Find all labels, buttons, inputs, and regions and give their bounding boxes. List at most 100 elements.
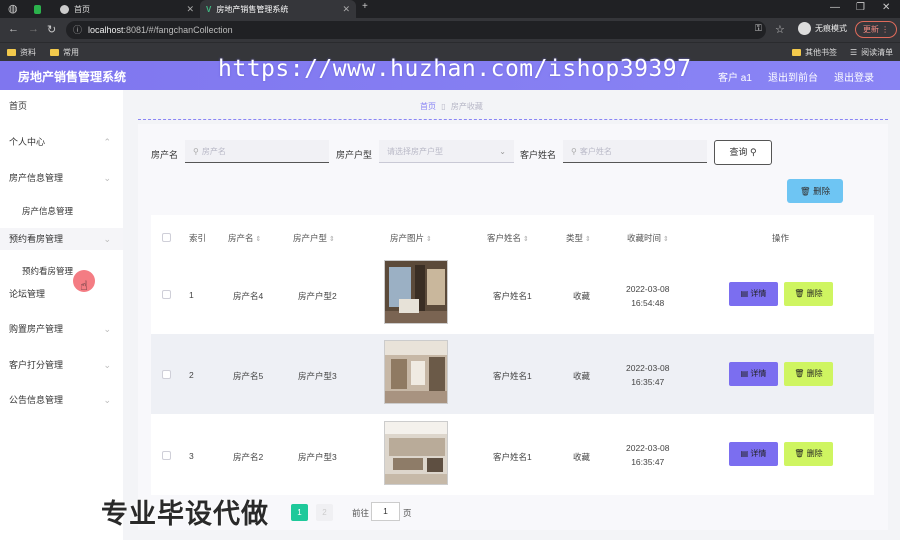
sidebar-item-label: 预约看房管理: [22, 266, 74, 276]
filter-type-label: 房产户型: [336, 150, 373, 160]
folder-icon: [792, 49, 801, 56]
close-tab-icon[interactable]: ✕: [342, 4, 350, 15]
search-icon: ⚲: [193, 147, 199, 156]
sidebar-subitem-property[interactable]: 房产信息管理: [0, 200, 123, 222]
filter-name-input[interactable]: ⚲ 房产名: [185, 140, 329, 163]
detail-icon: ▤: [740, 289, 749, 298]
row-checkbox[interactable]: [162, 451, 171, 460]
filter-type-select[interactable]: 请选择房产户型 ⌄: [379, 140, 514, 163]
detail-button[interactable]: ▤ 详情: [729, 362, 778, 386]
sidebar-item-label: 论坛管理: [9, 289, 46, 299]
tab-home[interactable]: 首页 ✕: [54, 0, 200, 18]
restore-icon[interactable]: ❐: [856, 2, 865, 13]
cell-name: 房产名4: [233, 291, 264, 301]
watermark-banner: 专业毕设代做: [101, 499, 269, 529]
detail-button[interactable]: ▤ 详情: [729, 442, 778, 466]
file-icon: ▯: [441, 102, 446, 111]
close-tab-icon[interactable]: ✕: [186, 4, 194, 15]
column-header-kind[interactable]: 类型 ⇕: [566, 232, 591, 244]
filter-customer-placeholder: 客户姓名: [579, 147, 612, 156]
delete-label: 删除: [806, 369, 823, 378]
sidebar-item-rating[interactable]: 客户打分管理 ⌄: [0, 354, 123, 376]
tab-green-app[interactable]: [28, 0, 46, 18]
detail-label: 详情: [750, 449, 767, 458]
sidebar: 首页 个人中心 ⌃ 房产信息管理 ⌄ 房产信息管理 预约看房管理 ⌄ 预约看房管理 论…: [0, 90, 123, 540]
column-header-image[interactable]: 房产图片 ⇕: [390, 232, 432, 244]
batch-delete-label: 删除: [813, 186, 831, 196]
close-window-icon[interactable]: ✕: [882, 2, 890, 13]
incognito-indicator[interactable]: 无痕模式: [798, 22, 847, 35]
sidebar-item-notice[interactable]: 公告信息管理 ⌄: [0, 389, 123, 411]
detail-label: 详情: [750, 369, 767, 378]
globe-favicon-icon: [60, 4, 69, 14]
room-photo-image: [385, 341, 447, 403]
filter-customer-input[interactable]: ⚲ 客户姓名: [563, 140, 707, 163]
column-header-customer[interactable]: 客户姓名 ⇕: [487, 232, 529, 244]
cell-name: 房产名2: [233, 452, 264, 462]
sidebar-subitem-viewing[interactable]: 预约看房管理: [0, 260, 123, 282]
batch-delete-button[interactable]: 🗑 删除: [787, 179, 843, 203]
star-icon[interactable]: ☆: [775, 23, 785, 36]
row-checkbox[interactable]: [162, 370, 171, 379]
reload-icon[interactable]: ↻: [47, 23, 56, 36]
cell-time: 2022-03-08 16:35:47: [626, 441, 669, 469]
header-label: 索引: [189, 233, 207, 243]
back-icon[interactable]: ←: [8, 23, 19, 35]
property-photo[interactable]: [384, 340, 448, 404]
cell-date: 2022-03-08: [626, 363, 670, 373]
address-bar: ← → ↻ ⓘ localhost:8081/#/fangchanCollect…: [0, 18, 900, 42]
row-checkbox[interactable]: [162, 290, 171, 299]
page-2-button[interactable]: 2: [316, 504, 333, 521]
cell-clock: 16:54:48: [631, 298, 665, 308]
url-field[interactable]: ⓘ localhost:8081/#/fangchanCollection: [66, 21, 766, 39]
other-bookmarks[interactable]: 其他书签: [792, 47, 837, 58]
key-icon[interactable]: ⚿: [755, 23, 762, 34]
sidebar-item-home[interactable]: 首页: [0, 95, 123, 117]
delete-button[interactable]: 🗑 删除: [784, 442, 833, 466]
delete-button[interactable]: 🗑 删除: [784, 282, 833, 306]
bookmark-folder[interactable]: 常用: [50, 47, 79, 58]
property-photo[interactable]: [384, 421, 448, 485]
delete-button[interactable]: 🗑 删除: [784, 362, 833, 386]
reading-list[interactable]: ☰ 阅读清单: [850, 47, 893, 58]
sort-icon: ⇕: [426, 236, 432, 243]
room-photo-image: [385, 261, 447, 323]
sidebar-item-purchase[interactable]: 购置房产管理 ⌄: [0, 318, 123, 340]
cell-date: 2022-03-08: [626, 443, 670, 453]
column-header-type[interactable]: 房产户型 ⇕: [293, 232, 335, 244]
sidebar-item-personal[interactable]: 个人中心 ⌃: [0, 131, 123, 153]
cell-clock: 16:35:47: [631, 377, 665, 387]
breadcrumb-home[interactable]: 首页: [420, 102, 436, 111]
new-tab-icon[interactable]: +: [362, 1, 368, 12]
breadcrumb: 首页 ▯ 房产收藏: [420, 101, 483, 112]
cell-index: 1: [189, 290, 194, 300]
filter-name-label: 房产名: [151, 150, 179, 160]
query-button[interactable]: 查询 ⚲: [714, 140, 772, 165]
sort-icon: ⇕: [523, 236, 529, 243]
bookmark-folder[interactable]: 资料: [7, 47, 36, 58]
select-all-checkbox[interactable]: [162, 233, 171, 242]
header-label: 房产图片: [390, 233, 425, 243]
column-header-time[interactable]: 收藏时间 ⇕: [627, 232, 669, 244]
minimize-icon[interactable]: —: [830, 2, 840, 13]
tab-app[interactable]: V 房地产销售管理系统 ✕: [200, 0, 356, 18]
sidebar-item-viewing[interactable]: 预约看房管理 ⌄: [0, 228, 123, 250]
sidebar-item-label: 房产信息管理: [22, 206, 74, 216]
filter-type-placeholder: 请选择房产户型: [387, 147, 443, 156]
sidebar-item-forum[interactable]: 论坛管理: [0, 283, 123, 305]
goto-page-input[interactable]: 1: [371, 502, 400, 521]
page-1-button[interactable]: 1: [291, 504, 308, 521]
sidebar-item-label: 预约看房管理: [9, 234, 64, 244]
sidebar-item-property[interactable]: 房产信息管理 ⌄: [0, 167, 123, 189]
column-header-name[interactable]: 房产名 ⇕: [228, 232, 261, 244]
logout-link[interactable]: 退出登录: [834, 69, 874, 84]
header-label: 类型: [566, 233, 584, 243]
cell-date: 2022-03-08: [626, 284, 670, 294]
back-to-front-link[interactable]: 退出到前台: [768, 69, 818, 84]
incognito-label: 无痕模式: [815, 24, 847, 33]
forward-icon[interactable]: →: [28, 23, 39, 35]
property-photo[interactable]: [384, 260, 448, 324]
trash-icon: 🗑: [799, 186, 811, 196]
detail-button[interactable]: ▤ 详情: [729, 282, 778, 306]
update-button[interactable]: 更新 ⋮: [855, 21, 897, 38]
